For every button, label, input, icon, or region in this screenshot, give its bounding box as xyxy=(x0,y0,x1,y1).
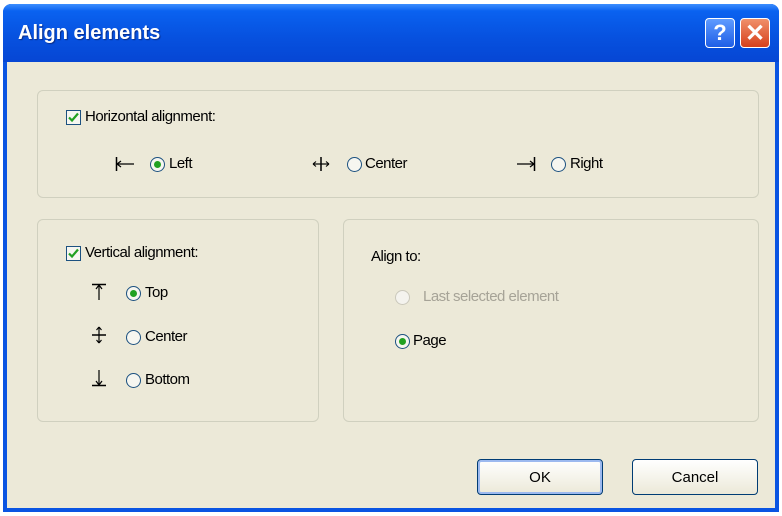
vertical-center-radio[interactable] xyxy=(126,330,141,345)
dialog-body: Horizontal alignment: Left Center Right … xyxy=(7,62,775,508)
horizontal-alignment-group xyxy=(37,90,759,198)
horizontal-left-label[interactable]: Left xyxy=(169,155,193,172)
align-top-icon xyxy=(92,283,106,300)
cancel-button[interactable]: Cancel xyxy=(632,459,758,495)
vertical-alignment-label[interactable]: Vertical alignment: xyxy=(85,244,199,261)
page-label[interactable]: Page xyxy=(413,332,447,349)
ok-button[interactable]: OK xyxy=(477,459,603,495)
horizontal-center-label[interactable]: Center xyxy=(365,155,408,172)
align-to-label: Align to: xyxy=(371,248,421,265)
vertical-bottom-radio[interactable] xyxy=(126,373,141,388)
close-button[interactable]: ✕ xyxy=(740,18,770,48)
last-selected-element-label[interactable]: Last selected element xyxy=(423,288,559,305)
vertical-top-radio[interactable] xyxy=(126,286,141,301)
align-elements-dialog: Align elements ? ✕ Horizontal alignment:… xyxy=(3,4,779,512)
title-bar[interactable]: Align elements ? ✕ xyxy=(3,4,779,62)
horizontal-center-radio[interactable] xyxy=(347,157,362,172)
page-radio[interactable] xyxy=(395,334,410,349)
horizontal-right-radio[interactable] xyxy=(551,157,566,172)
last-selected-element-radio[interactable] xyxy=(395,290,410,305)
align-left-icon xyxy=(115,157,134,171)
align-center-horizontal-icon xyxy=(312,157,330,171)
vertical-center-label[interactable]: Center xyxy=(145,328,188,345)
vertical-top-label[interactable]: Top xyxy=(145,284,168,301)
align-center-vertical-icon xyxy=(92,326,106,344)
align-bottom-icon xyxy=(92,370,106,387)
horizontal-left-radio[interactable] xyxy=(150,157,165,172)
dialog-title: Align elements xyxy=(18,22,161,44)
horizontal-alignment-label[interactable]: Horizontal alignment: xyxy=(85,108,216,125)
align-right-icon xyxy=(517,157,536,171)
horizontal-alignment-checkbox[interactable] xyxy=(66,110,81,125)
vertical-alignment-checkbox[interactable] xyxy=(66,246,81,261)
horizontal-right-label[interactable]: Right xyxy=(570,155,603,172)
vertical-bottom-label[interactable]: Bottom xyxy=(145,371,190,388)
help-button[interactable]: ? xyxy=(705,18,735,48)
